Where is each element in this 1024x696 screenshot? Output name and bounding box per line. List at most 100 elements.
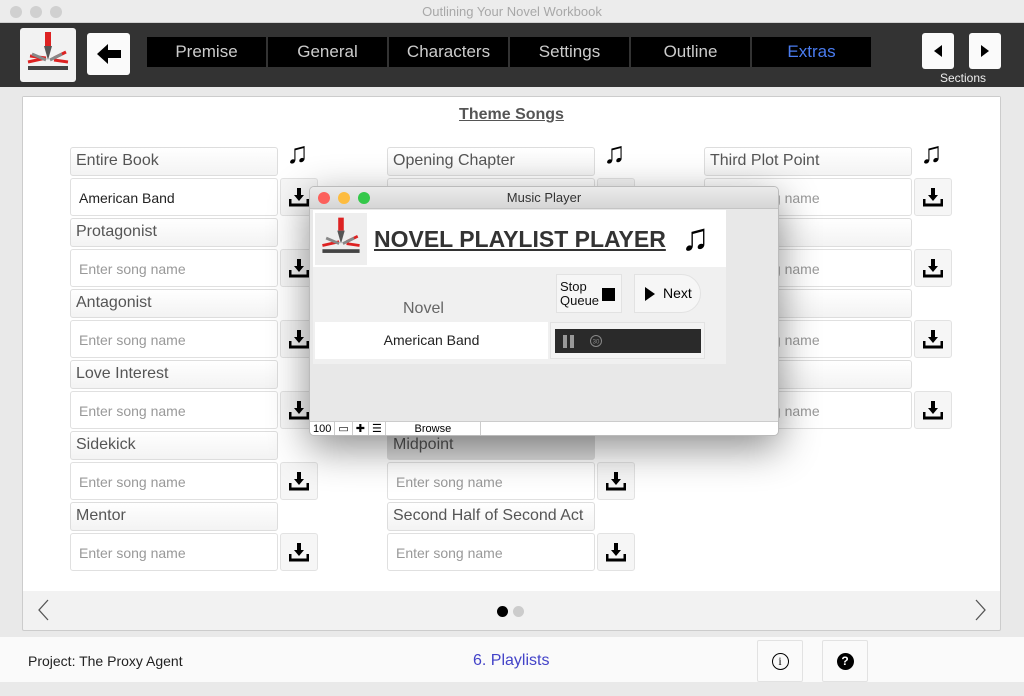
tab-general[interactable]: General (268, 37, 387, 67)
download-icon (606, 472, 626, 491)
sections-label: Sections (939, 71, 987, 85)
song-name-input[interactable]: American Band (70, 178, 278, 216)
song-category-label: Entire Book (70, 147, 278, 176)
chevron-left-icon[interactable] (37, 599, 49, 621)
song-category-label: Second Half of Second Act (387, 502, 595, 531)
download-icon (289, 472, 309, 491)
stop-queue-button[interactable]: Stop Queue (556, 274, 622, 313)
help-button[interactable]: ? (822, 640, 868, 682)
song-category-label: Sidekick (70, 431, 278, 460)
triangle-left-icon (934, 45, 942, 57)
window-controls[interactable] (10, 6, 62, 18)
chevron-right-icon[interactable] (975, 599, 987, 621)
download-icon (923, 259, 943, 278)
tab-premise[interactable]: Premise (147, 37, 266, 67)
minimize-button[interactable] (30, 6, 42, 18)
svg-text:30: 30 (593, 340, 600, 346)
minimize-button[interactable] (338, 192, 350, 204)
music-player-window: Music Player NOVEL PLAYLIST PLAYER ♫ Nov… (309, 186, 779, 436)
song-category-label: Opening Chapter (387, 147, 595, 176)
tab-characters[interactable]: Characters (389, 37, 508, 67)
app-logo (315, 213, 367, 265)
download-song-button[interactable] (914, 391, 952, 429)
player-heading: NOVEL PLAYLIST PLAYER (374, 226, 666, 252)
rewind-30-icon[interactable]: 30 (589, 334, 603, 348)
footer: Project: The Proxy Agent 6. Playlists i … (0, 637, 1024, 682)
previous-section-button[interactable] (922, 33, 954, 69)
song-category-label: Love Interest (70, 360, 278, 389)
audio-player: 30 (550, 322, 705, 359)
triangle-right-icon (981, 45, 989, 57)
arrow-left-icon (96, 44, 121, 64)
player-header: NOVEL PLAYLIST PLAYER ♫ (313, 210, 726, 267)
download-icon (923, 330, 943, 349)
download-icon (289, 259, 309, 278)
main-tabs: Premise General Characters Settings Outline E… (147, 37, 871, 67)
song-name-input[interactable]: Enter song name (387, 533, 595, 571)
close-button[interactable] (10, 6, 22, 18)
music-note-icon: ♫ (920, 137, 943, 170)
download-song-button[interactable] (597, 462, 635, 500)
song-name-input[interactable]: Enter song name (70, 249, 278, 287)
download-icon (606, 543, 626, 562)
song-category-label: Protagonist (70, 218, 278, 247)
info-button[interactable]: i (757, 640, 803, 682)
info-icon: i (771, 652, 789, 670)
download-song-button[interactable] (914, 249, 952, 287)
current-song: American Band (315, 322, 548, 359)
help-icon: ? (836, 652, 854, 670)
app-logo (20, 28, 76, 82)
download-icon (923, 188, 943, 207)
download-song-button[interactable] (597, 533, 635, 571)
song-name-input[interactable]: Enter song name (70, 320, 278, 358)
download-icon (289, 543, 309, 562)
back-button[interactable] (87, 33, 130, 75)
tab-extras[interactable]: Extras (752, 37, 871, 67)
page-title: Theme Songs (459, 106, 564, 123)
play-icon (645, 287, 655, 301)
novel-label: Novel (403, 300, 444, 317)
song-category-label: Third Plot Point (704, 147, 912, 176)
window-title: Outlining Your Novel Workbook (422, 4, 602, 19)
zoom-in-button[interactable]: ✚ (353, 422, 369, 435)
zoom-level: 100 (310, 422, 336, 435)
next-section-button[interactable] (969, 33, 1001, 69)
music-player-title: Music Player (506, 190, 582, 205)
download-song-button[interactable] (914, 178, 952, 216)
tab-outline[interactable]: Outline (631, 37, 750, 67)
download-icon (923, 401, 943, 420)
zoom-out-button[interactable]: ▭ (335, 422, 353, 435)
window-titlebar: Outlining Your Novel Workbook (0, 0, 1024, 23)
close-button[interactable] (318, 192, 330, 204)
download-icon (289, 330, 309, 349)
tab-settings[interactable]: Settings (510, 37, 629, 67)
download-song-button[interactable] (280, 533, 318, 571)
next-button[interactable]: Next (634, 274, 701, 313)
page-dot-2[interactable] (513, 606, 524, 617)
song-category-label: Antagonist (70, 289, 278, 318)
toolbar: Premise General Characters Settings Outline E… (0, 23, 1024, 87)
next-label: Next (663, 285, 692, 301)
stop-icon (602, 288, 615, 301)
browse-mode[interactable]: Browse (386, 422, 481, 435)
pager (23, 591, 1000, 630)
music-note-icon: ♫ (603, 137, 626, 170)
zoom-button[interactable] (50, 6, 62, 18)
song-name-input[interactable]: Enter song name (70, 391, 278, 429)
page-dot-1[interactable] (497, 606, 508, 617)
download-icon (289, 401, 309, 420)
song-name-input[interactable]: Enter song name (387, 462, 595, 500)
song-name-input[interactable]: Enter song name (70, 533, 278, 571)
current-step-link[interactable]: 6. Playlists (473, 652, 549, 670)
layout-toggle-button[interactable]: ☰ (369, 422, 386, 435)
music-player-body: NOVEL PLAYLIST PLAYER ♫ Novel American B… (313, 210, 726, 364)
pause-icon[interactable] (563, 334, 575, 348)
zoom-button[interactable] (358, 192, 370, 204)
song-name-input[interactable]: Enter song name (70, 462, 278, 500)
music-player-titlebar: Music Player (310, 187, 778, 209)
song-category-label: Mentor (70, 502, 278, 531)
music-note-icon: ♫ (286, 137, 309, 170)
download-song-button[interactable] (914, 320, 952, 358)
download-song-button[interactable] (280, 462, 318, 500)
project-name: Project: The Proxy Agent (28, 653, 183, 669)
